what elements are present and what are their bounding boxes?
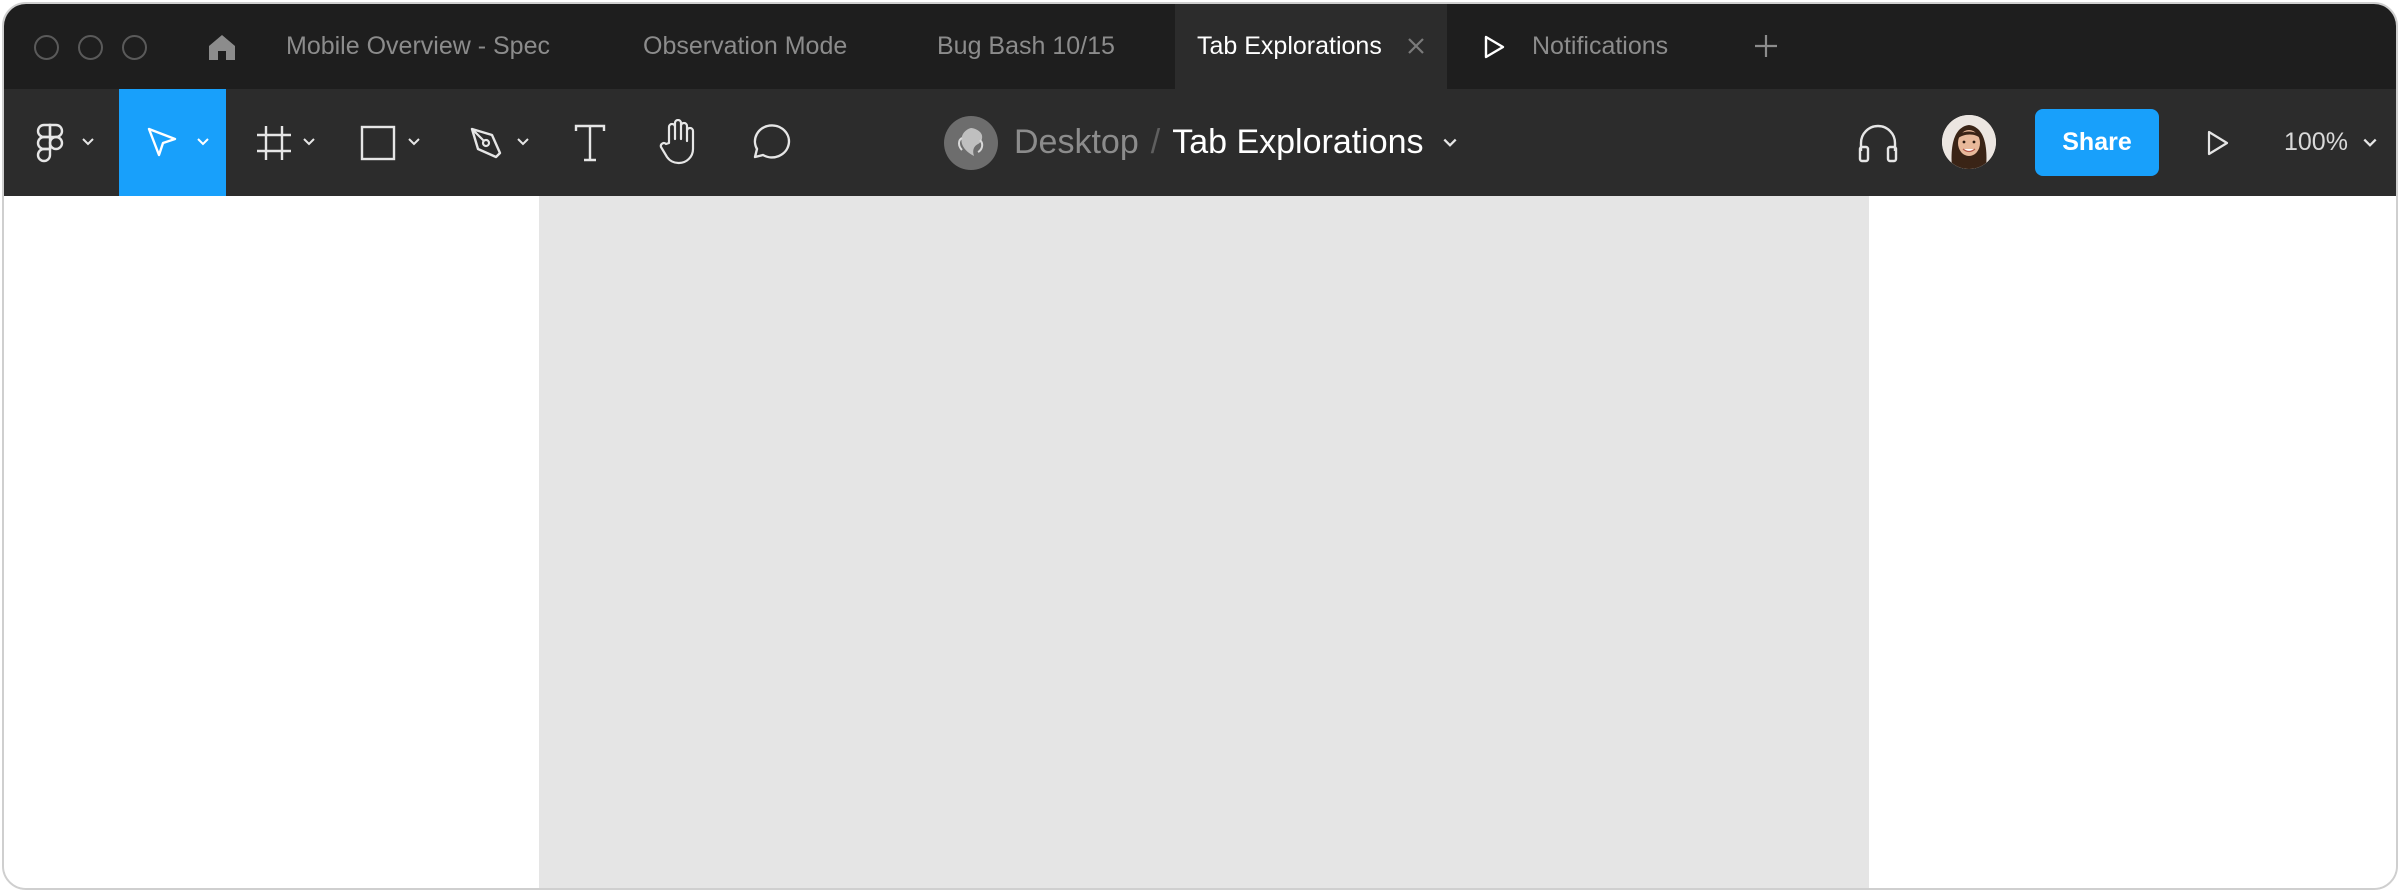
move-tool-button[interactable] [119,89,226,196]
tab-bug-bash[interactable]: Bug Bash 10/15 [937,4,1115,89]
comment-icon [753,124,791,159]
hand-tool-button[interactable] [649,89,709,196]
main-menu-button[interactable] [4,89,119,196]
comment-tool-button[interactable] [739,89,799,196]
text-tool-button[interactable] [559,89,619,196]
team-avatar[interactable] [944,115,998,170]
breadcrumb: Desktop / Tab Explorations [944,89,1458,196]
window-close-control[interactable] [34,35,59,60]
file-name[interactable]: Tab Explorations [1172,123,1423,162]
shape-tool-button[interactable] [326,89,426,196]
present-button[interactable] [2199,89,2239,196]
rectangle-icon [360,125,396,161]
tab-bar: Mobile Overview - Spec Observation Mode … [4,4,2396,89]
tab-notifications[interactable]: Notifications [1482,4,1668,89]
tab-label: Tab Explorations [1197,32,1382,60]
frame-icon [257,126,291,160]
avatar[interactable] [1942,115,1996,169]
breadcrumb-separator: / [1150,123,1161,161]
toolbar: Desktop / Tab Explorations Share 100% [4,89,2396,196]
design-frame[interactable] [539,196,1869,888]
tab-observation-mode[interactable]: Observation Mode [643,4,847,89]
play-icon [1484,35,1505,58]
tab-mobile-overview[interactable]: Mobile Overview - Spec [286,4,550,89]
chevron-down-icon [2363,138,2377,147]
figma-logo-icon [36,123,64,163]
chevron-down-icon[interactable] [1442,135,1458,151]
chevron-down-icon [82,138,94,146]
share-button[interactable]: Share [2035,109,2159,176]
canvas[interactable] [4,196,2396,888]
team-name[interactable]: Desktop [1014,123,1139,162]
play-icon [2207,130,2229,156]
home-icon[interactable] [206,31,238,63]
close-icon[interactable] [1401,31,1431,61]
chevron-down-icon [517,138,529,146]
plus-icon[interactable] [1752,32,1780,60]
zoom-dropdown[interactable]: 100% [2284,89,2378,196]
hand-icon [659,119,695,165]
pen-icon [470,127,502,159]
window-maximize-control[interactable] [122,35,147,60]
zoom-level: 100% [2284,128,2348,156]
app-window: Mobile Overview - Spec Observation Mode … [2,2,2398,890]
audio-button[interactable] [1852,89,1908,196]
window-minimize-control[interactable] [78,35,103,60]
move-icon [147,127,177,157]
text-icon [574,124,606,162]
pen-tool-button[interactable] [426,89,536,196]
chevron-down-icon [197,138,209,146]
user-photo [1942,115,1996,169]
tab-label: Mobile Overview - Spec [286,32,550,60]
tab-label: Observation Mode [643,32,848,60]
chevron-down-icon [408,138,420,146]
tab-tab-explorations[interactable]: Tab Explorations [1175,4,1447,89]
headphones-icon [1858,124,1898,163]
team-logo-icon [958,127,984,156]
tab-label: Bug Bash 10/15 [937,32,1115,60]
frame-tool-button[interactable] [226,89,326,196]
chevron-down-icon [303,138,315,146]
tab-label: Notifications [1532,32,1669,60]
